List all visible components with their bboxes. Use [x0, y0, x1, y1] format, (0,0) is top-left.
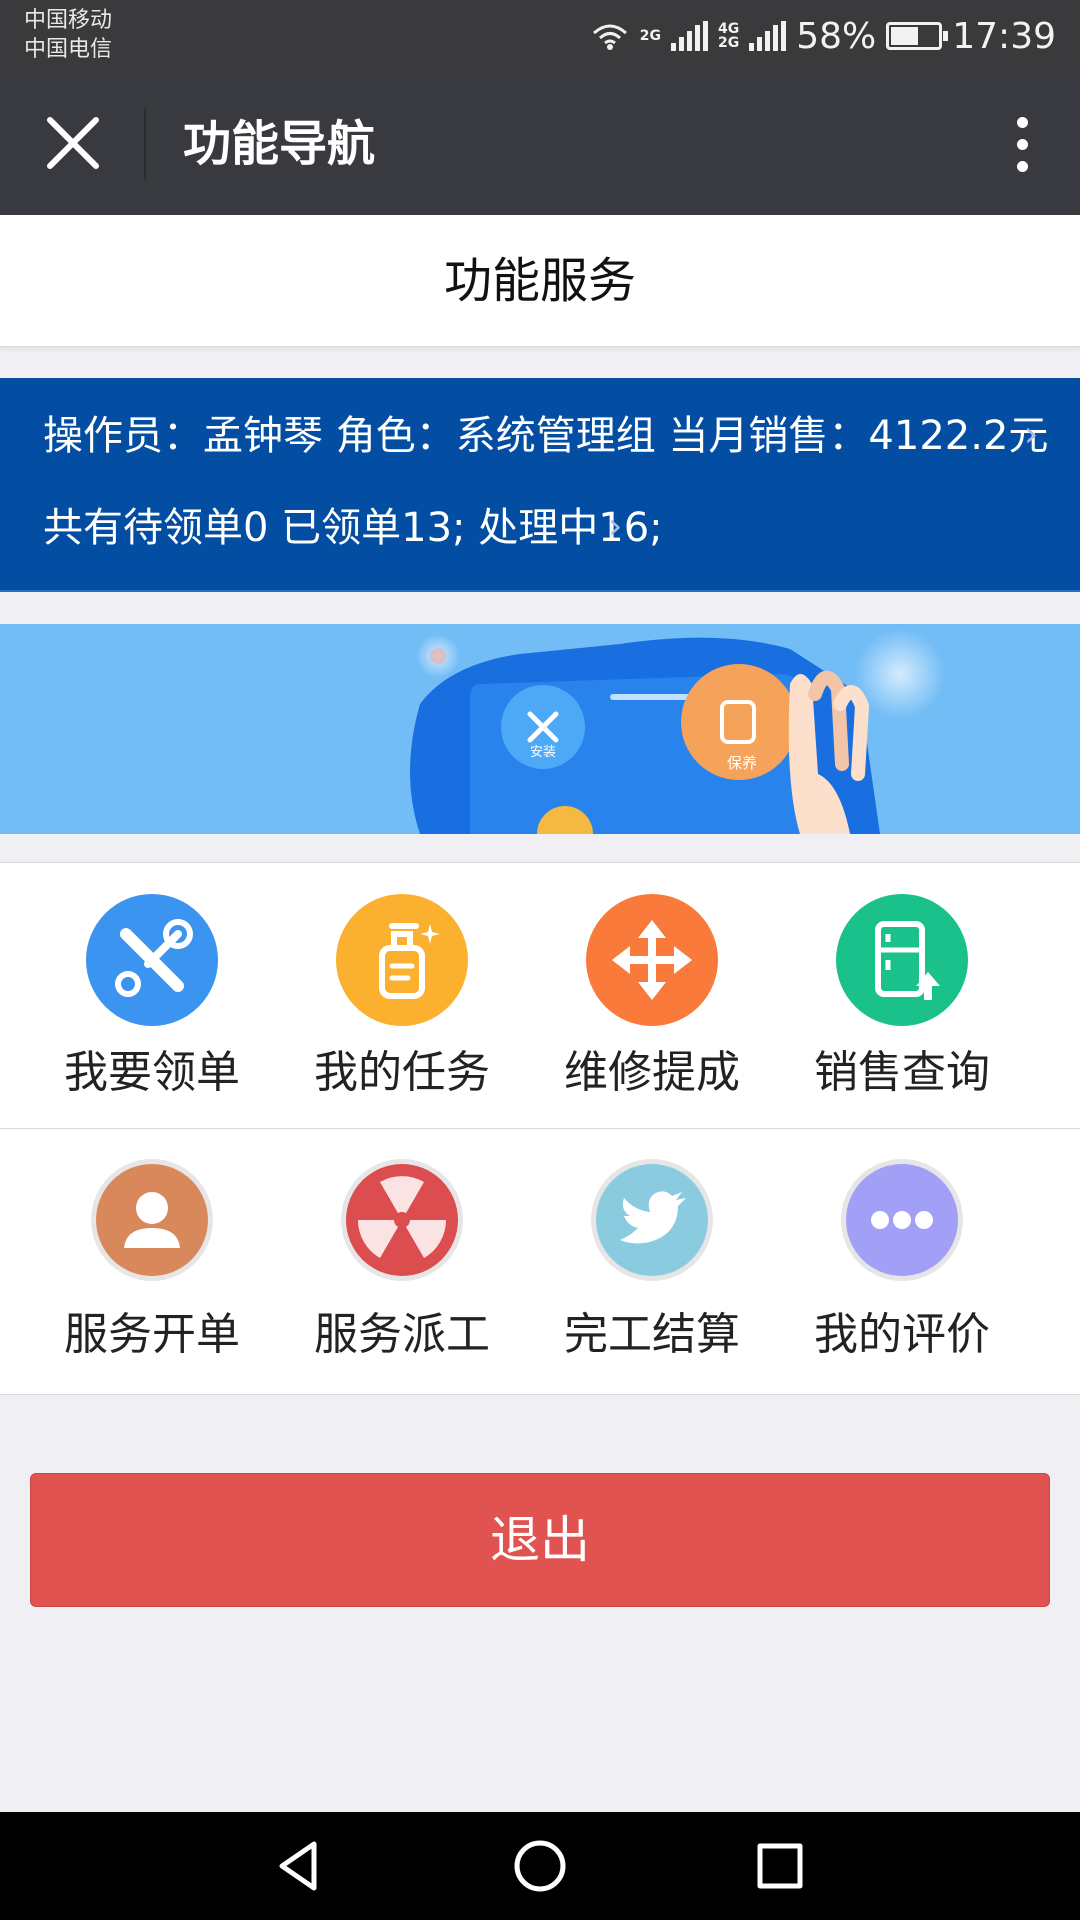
recent-apps-button[interactable]: [750, 1836, 810, 1896]
grid-label: 完工结算: [564, 1309, 740, 1360]
grid-label: 服务开单: [64, 1309, 240, 1360]
grid-label: 我的任务: [314, 1047, 490, 1098]
grid-label: 销售查询: [814, 1047, 990, 1098]
order-summary-line: 共有待领单0 已领单13; 处理中16;: [43, 505, 663, 551]
network-type-1: 2G: [639, 28, 661, 44]
nav-divider: [144, 108, 146, 180]
chevron-right-icon: ›: [1024, 414, 1039, 455]
operator-info-panel: 操作员：孟钟琴 角色：系统管理组 当月销售：4122.2元 共有待领单0 已领单…: [0, 378, 1080, 592]
twitter-bird-icon: [590, 1158, 714, 1282]
more-dot-icon: [1016, 138, 1028, 150]
user-icon: [90, 1158, 214, 1282]
close-button[interactable]: [40, 110, 106, 176]
page-title: 功能服务: [443, 253, 636, 309]
grid-label: 我的评价: [814, 1309, 990, 1360]
operator-info-line: 操作员：孟钟琴 角色：系统管理组 当月销售：4122.2元: [43, 413, 1049, 459]
signal-icon-1: [671, 21, 708, 51]
promo-banner[interactable]: 安装 保养: [0, 624, 1080, 834]
status-bar: 中国移动 中国电信 2G 4G 2G 58% 17:39: [0, 0, 1080, 72]
back-triangle-icon: [279, 1841, 317, 1891]
grid-item-my-tasks[interactable]: 我的任务: [277, 863, 527, 1128]
function-grid-row: 服务开单 服务派工 完工结算 我的评价: [0, 1129, 1080, 1395]
chevron-right-icon: ›: [608, 506, 623, 547]
grid-item-my-reviews[interactable]: 我的评价: [777, 1129, 1027, 1394]
more-dot-icon: [1016, 116, 1028, 128]
move-arrows-icon: [586, 894, 718, 1026]
banner-install-label: 安装: [530, 745, 556, 760]
fridge-icon: [836, 894, 968, 1026]
page-header: 功能服务: [0, 215, 1080, 347]
grid-item-service-order[interactable]: 服务开单: [27, 1129, 277, 1394]
logout-button[interactable]: 退出: [30, 1473, 1050, 1607]
square-icon: [757, 1843, 803, 1889]
back-button[interactable]: [270, 1836, 330, 1896]
battery-icon: [886, 22, 949, 50]
grid-label: 维修提成: [564, 1047, 740, 1098]
more-menu-button[interactable]: [994, 108, 1050, 180]
banner-illustration: 安装 保养: [0, 624, 1080, 834]
close-icon: [47, 117, 99, 169]
carrier-1: 中国移动: [24, 8, 113, 33]
grid-item-repair-commission[interactable]: 维修提成: [527, 863, 777, 1128]
network-type-2: 4G: [718, 21, 740, 37]
tools-icon: [86, 894, 218, 1026]
status-indicators: 2G 4G 2G 58% 17:39: [590, 10, 1056, 62]
more-dots-icon: [840, 1158, 964, 1282]
home-circle-icon: [514, 1840, 566, 1892]
grid-item-sales-query[interactable]: 销售查询: [777, 863, 1027, 1128]
network-type-3: 2G: [718, 35, 740, 51]
grid-item-take-order[interactable]: 我要领单: [27, 863, 277, 1128]
grid-item-completion-settlement[interactable]: 完工结算: [527, 1129, 777, 1394]
grid-label: 服务派工: [314, 1309, 490, 1360]
navigation-bar: 功能导航: [0, 72, 1080, 215]
system-navigation-bar: [0, 1812, 1080, 1920]
carrier-2: 中国电信: [24, 37, 113, 62]
grid-item-service-dispatch[interactable]: 服务派工: [277, 1129, 527, 1394]
clock: 17:39: [952, 15, 1056, 57]
bottle-icon: [336, 894, 468, 1026]
battery-percent: 58%: [796, 15, 877, 57]
banner-maintain-label: 保养: [727, 754, 757, 772]
more-dot-icon: [1016, 160, 1028, 172]
carrier-names: 中国移动 中国电信: [24, 6, 112, 64]
wifi-icon: [592, 24, 627, 50]
nav-title: 功能导航: [183, 116, 376, 172]
function-grid-row: 我要领单 我的任务 维修提成 销售查询: [0, 863, 1080, 1129]
signal-icon-2: [749, 21, 787, 51]
grid-label: 我要领单: [64, 1047, 240, 1098]
function-grid: 我要领单 我的任务 维修提成 销售查询 服务开单 服务派工 完工结算 我的评价: [0, 862, 1080, 1395]
radiation-icon: [340, 1158, 464, 1282]
home-button[interactable]: [510, 1836, 570, 1896]
